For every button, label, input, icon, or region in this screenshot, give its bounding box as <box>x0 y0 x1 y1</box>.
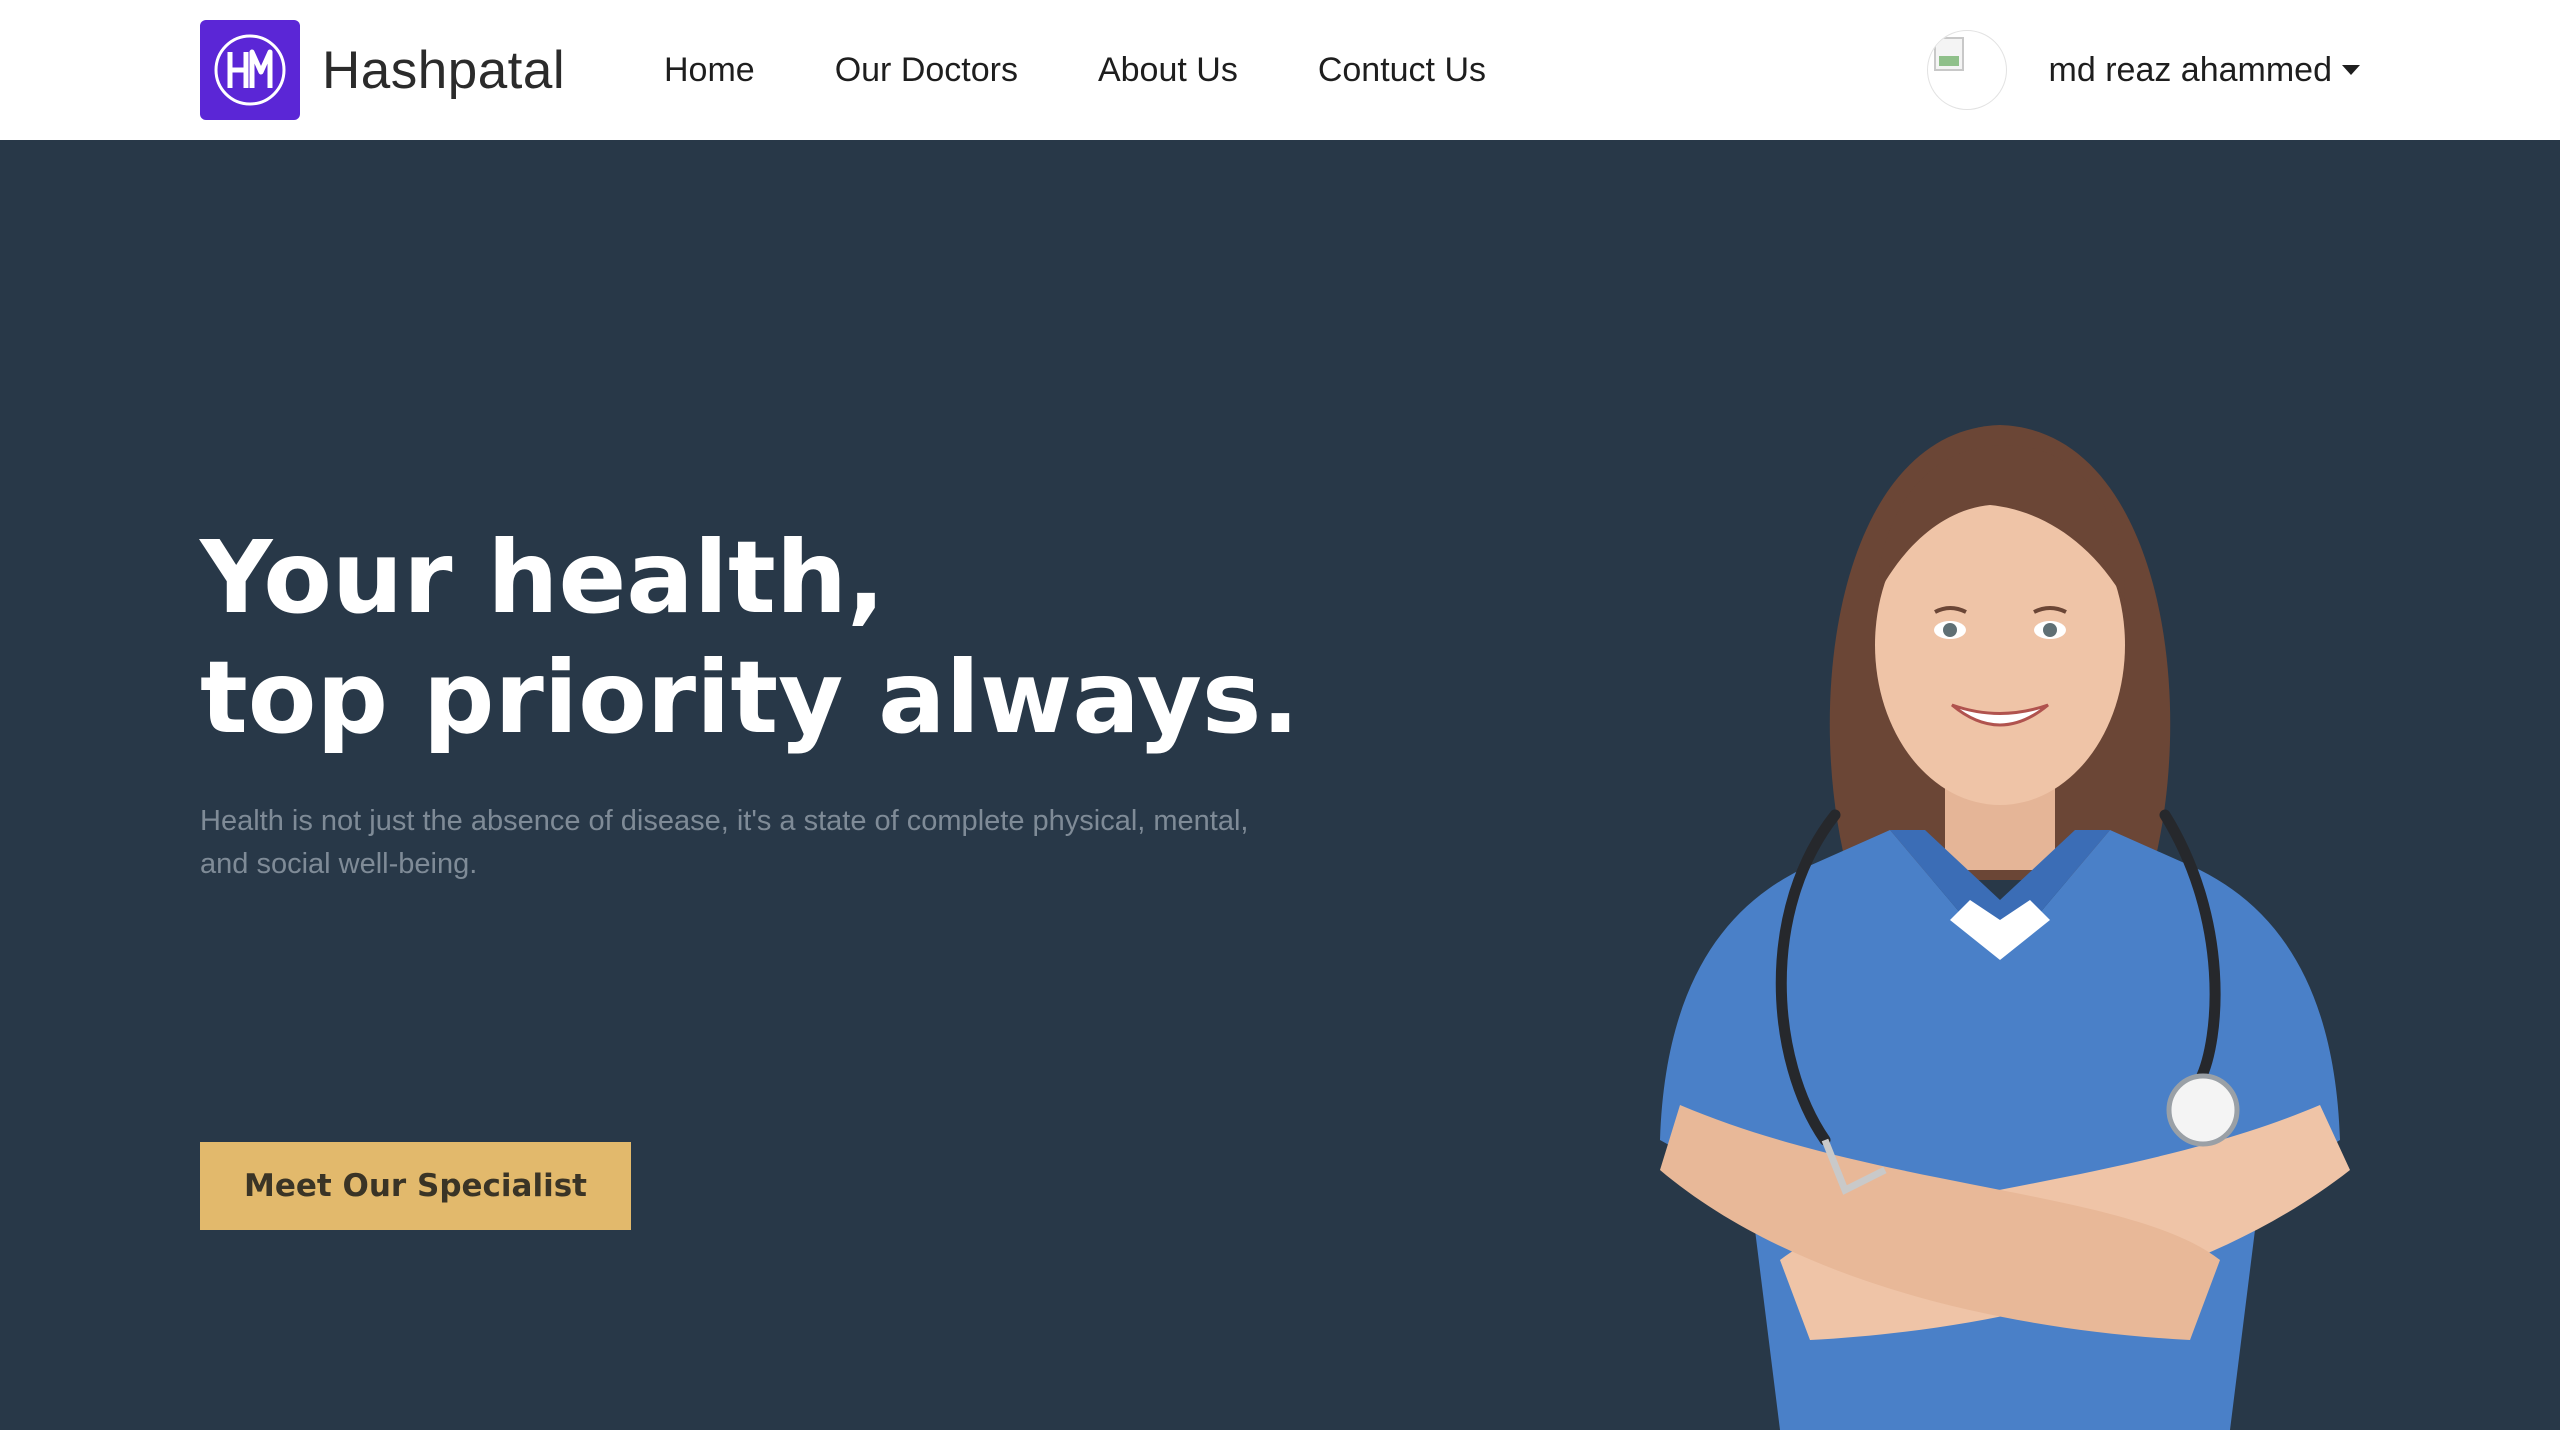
main-nav: Home Our Doctors About Us Contuct Us <box>664 0 1566 140</box>
top-navbar: Hashpatal Home Our Doctors About Us Cont… <box>0 0 2560 140</box>
hero-title: Your health, top priority always. <box>200 518 1299 758</box>
user-name[interactable]: md reaz ahammed <box>2049 51 2332 90</box>
broken-image-icon <box>1933 37 1964 71</box>
hero-subtitle: Health is not just the absence of diseas… <box>200 805 1249 880</box>
hm-logo-icon[interactable] <box>200 20 300 120</box>
user-menu[interactable]: md reaz ahammed <box>1926 0 2360 140</box>
hero-title-line-1: Your health, <box>200 519 886 636</box>
nav-about-us[interactable]: About Us <box>1098 51 1238 90</box>
nav-contact-us[interactable]: Contuct Us <box>1318 51 1486 90</box>
nav-our-doctors[interactable]: Our Doctors <box>835 51 1018 90</box>
caret-down-icon[interactable] <box>2342 65 2360 75</box>
nav-home[interactable]: Home <box>664 51 755 90</box>
brand-name[interactable]: Hashpatal <box>322 40 565 101</box>
meet-specialist-button[interactable]: Meet Our Specialist <box>200 1142 631 1230</box>
hero-title-line-2: top priority always. <box>200 639 1300 756</box>
brand[interactable]: Hashpatal <box>200 20 565 120</box>
nurse-photo <box>1660 425 2350 1430</box>
avatar[interactable] <box>1926 30 2007 110</box>
